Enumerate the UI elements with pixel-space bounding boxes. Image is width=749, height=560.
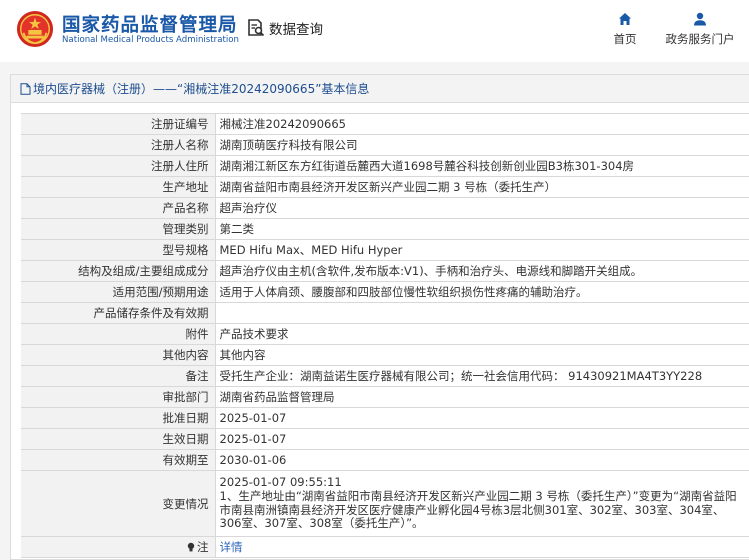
field-value: 受托生产企业：湖南益诺生医疗器械有限公司；统一社会信用代码： 91430921M… — [214, 365, 749, 387]
field-value: 2025-01-07 — [214, 428, 749, 450]
table-row: 其他内容 其他内容 — [21, 344, 749, 366]
field-value: 湖南省药品监督管理局 — [214, 386, 749, 408]
field-label: 管理类别 — [21, 218, 215, 240]
table-row: 产品储存条件及有效期 — [21, 302, 749, 324]
nav-gov-services[interactable]: 政务服务门户 — [662, 12, 738, 47]
breadcrumb-text: 境内医疗器械（注册）——“湘械注准20242090665”基本信息 — [33, 82, 370, 96]
field-value: 湘械注准20242090665 — [214, 113, 749, 135]
field-label: 注册人名称 — [21, 134, 215, 156]
field-value: 超声治疗仪由主机(含软件,发布版本:V1)、手柄和治疗头、电源线和脚踏开关组成。 — [214, 260, 749, 282]
table-row: 生产地址 湖南省益阳市南县经济开发区新兴产业园二期 3 号栋（委托生产） — [21, 176, 749, 198]
field-value: 湖南湘江新区东方红街道岳麓西大道1698号麓谷科技创新创业园B3栋301-304… — [214, 155, 749, 177]
data-query-title: 数据查询 — [246, 18, 323, 38]
field-label: 注册人住所 — [21, 155, 215, 177]
breadcrumb: 境内医疗器械（注册）——“湘械注准20242090665”基本信息 — [11, 75, 749, 103]
note-label-cell: 注 — [21, 536, 215, 558]
table-row: 产品名称 超声治疗仪 — [21, 197, 749, 219]
data-query-label: 数据查询 — [269, 22, 323, 38]
field-label: 产品名称 — [21, 197, 215, 219]
change-description: 1、生产地址由“湖南省益阳市南县经济开发区新兴产业园二期 3 号栋（委托生产）”… — [219, 488, 737, 531]
field-value: MED Hifu Max、MED Hifu Hyper — [214, 239, 749, 261]
field-label: 型号规格 — [21, 239, 215, 261]
field-label: 适用范围/预期用途 — [21, 281, 215, 303]
field-value — [214, 302, 749, 324]
field-label: 生效日期 — [21, 428, 215, 450]
table-row: 适用范围/预期用途 适用于人体肩颈、腰腹部和四肢部位慢性软组织损伤性疼痛的辅助治疗… — [21, 281, 749, 303]
bulb-icon — [187, 542, 195, 552]
field-label: 产品储存条件及有效期 — [21, 302, 215, 324]
note-label: 注 — [197, 540, 209, 554]
registration-info-table: 注册证编号 湘械注准20242090665 注册人名称 湖南顶萌医疗科技有限公司 注… — [21, 113, 749, 558]
table-row: 注册证编号 湘械注准20242090665 — [21, 113, 749, 135]
field-value: 产品技术要求 — [214, 323, 749, 345]
field-label: 备注 — [21, 365, 215, 387]
table-row: 注册人名称 湖南顶萌医疗科技有限公司 — [21, 134, 749, 156]
field-label: 生产地址 — [21, 176, 215, 198]
field-value: 第二类 — [214, 218, 749, 240]
table-row: 型号规格 MED Hifu Max、MED Hifu Hyper — [21, 239, 749, 261]
nav-gov-services-label: 政务服务门户 — [665, 32, 735, 46]
nav-home[interactable]: 首页 — [610, 12, 640, 47]
table-row: 管理类别 第二类 — [21, 218, 749, 240]
site-name-en[interactable]: National Medical Products Administration — [62, 35, 239, 45]
field-label: 变更情况 — [21, 470, 215, 537]
field-value: 湖南省益阳市南县经济开发区新兴产业园二期 3 号栋（委托生产） — [214, 176, 749, 198]
change-timestamp: 2025-01-07 09:55:11 — [219, 475, 342, 490]
site-name-cn[interactable]: 国家药品监督管理局 — [62, 11, 238, 37]
document-icon — [20, 82, 31, 95]
document-search-icon — [248, 19, 265, 37]
field-label: 结构及组成/主要组成成分 — [21, 260, 215, 282]
details-link[interactable]: 详情 — [220, 540, 243, 554]
field-value: 适用于人体肩颈、腰腹部和四肢部位慢性软组织损伤性疼痛的辅助治疗。 — [214, 281, 749, 303]
change-history-value: 2025-01-07 09:55:11 1、生产地址由“湖南省益阳市南县经济开发… — [214, 470, 749, 537]
home-icon — [619, 13, 631, 25]
table-row: 注册人住所 湖南湘江新区东方红街道岳麓西大道1698号麓谷科技创新创业园B3栋30… — [21, 155, 749, 177]
table-row: 附件 产品技术要求 — [21, 323, 749, 345]
nav-home-label: 首页 — [613, 32, 637, 46]
field-value: 2025-01-07 — [214, 407, 749, 429]
field-label: 批准日期 — [21, 407, 215, 429]
national-emblem-icon[interactable] — [16, 10, 54, 48]
note-row: 注 详情 — [21, 536, 749, 558]
field-value: 2030-01-06 — [214, 449, 749, 471]
table-row: 结构及组成/主要组成成分 超声治疗仪由主机(含软件,发布版本:V1)、手柄和治疗头… — [21, 260, 749, 282]
field-value: 其他内容 — [214, 344, 749, 366]
field-label: 其他内容 — [21, 344, 215, 366]
table-row: 备注 受托生产企业：湖南益诺生医疗器械有限公司；统一社会信用代码： 9143092… — [21, 365, 749, 387]
field-value: 湖南顶萌医疗科技有限公司 — [214, 134, 749, 156]
table-row: 有效期至 2030-01-06 — [21, 449, 749, 471]
field-value: 超声治疗仪 — [214, 197, 749, 219]
table-row: 批准日期 2025-01-07 — [21, 407, 749, 429]
site-header: 国家药品监督管理局 National Medical Products Admi… — [0, 0, 749, 62]
field-label: 注册证编号 — [21, 113, 215, 135]
note-value: 详情 — [214, 536, 749, 558]
field-label: 附件 — [21, 323, 215, 345]
table-row: 生效日期 2025-01-07 — [21, 428, 749, 450]
table-row: 审批部门 湖南省药品监督管理局 — [21, 386, 749, 408]
field-label: 有效期至 — [21, 449, 215, 471]
change-history-row: 变更情况 2025-01-07 09:55:11 1、生产地址由“湖南省益阳市南… — [21, 470, 749, 537]
field-label: 审批部门 — [21, 386, 215, 408]
user-icon — [694, 12, 706, 26]
detail-panel: 境内医疗器械（注册）——“湘械注准20242090665”基本信息 注册证编号湘… — [10, 74, 749, 560]
